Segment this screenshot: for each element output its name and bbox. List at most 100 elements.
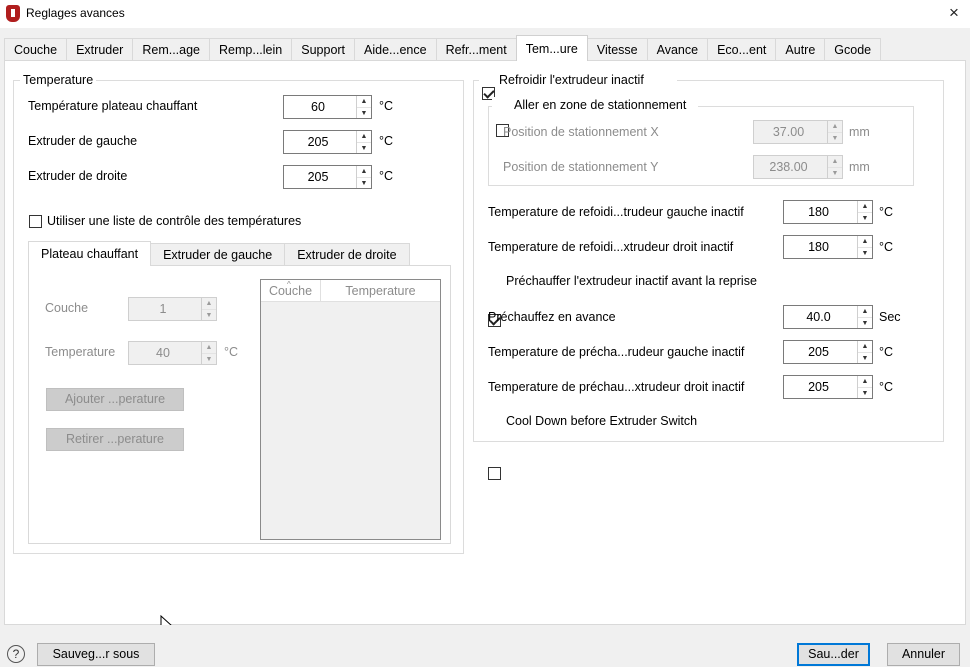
spin-up-icon[interactable]: ▲ — [357, 96, 371, 107]
column-header-temperature[interactable]: Temperature — [321, 280, 440, 301]
add-temperature-button[interactable]: Ajouter ...perature — [46, 388, 184, 411]
right-extruder-label: Extruder de droite — [28, 169, 128, 183]
tab-strip: Couche Extruder Rem...age Remp...lein Su… — [4, 35, 882, 61]
spin-up-icon[interactable]: ▲ — [858, 236, 872, 247]
cool-left-label: Temperature de refoidi...trudeur gauche … — [488, 205, 744, 219]
preheat-left-spinbox[interactable]: 205 ▲ ▼ — [783, 340, 873, 364]
list-temperature-value: 40 — [156, 346, 170, 360]
left-extruder-spinbox[interactable]: 205 ▲ ▼ — [283, 130, 372, 154]
column-header-couche[interactable]: Couche — [261, 280, 321, 301]
list-temperature-spinbox[interactable]: 40 ▲ ▼ — [128, 341, 217, 365]
tab-avance[interactable]: Avance — [646, 38, 709, 61]
cancel-button[interactable]: Annuler — [887, 643, 960, 666]
close-icon[interactable]: × — [944, 3, 964, 23]
preheat-advance-value: 40.0 — [806, 310, 831, 324]
tab-aide-adherence[interactable]: Aide...ence — [354, 38, 437, 61]
spin-down-icon[interactable]: ▼ — [858, 247, 872, 259]
spin-up-icon[interactable]: ▲ — [357, 166, 371, 177]
spin-down-icon[interactable]: ▼ — [357, 177, 371, 189]
cool-left-value: 180 — [808, 205, 829, 219]
preheat-advance-spinbox[interactable]: 40.0 ▲ ▼ — [783, 305, 873, 329]
list-temperature-unit: °C — [224, 345, 239, 359]
spin-down-icon[interactable]: ▼ — [858, 387, 872, 399]
spin-down-icon[interactable]: ▼ — [202, 353, 216, 365]
park-y-spinbox[interactable]: 238.00 ▲ ▼ — [753, 155, 843, 179]
tab-couche[interactable]: Couche — [4, 38, 68, 61]
help-icon[interactable]: ? — [7, 645, 25, 663]
park-x-label: Position de stationnement X — [503, 125, 659, 139]
remove-temperature-button[interactable]: Retirer ...perature — [46, 428, 184, 451]
tab-remplissage[interactable]: Rem...age — [132, 38, 211, 61]
tab-support[interactable]: Support — [291, 38, 356, 61]
tab-autre[interactable]: Autre — [775, 38, 826, 61]
cooldown-switch-label: Cool Down before Extruder Switch — [506, 414, 698, 428]
use-temp-list-checkbox[interactable] — [29, 215, 42, 228]
sub-tab-strip: Plateau chauffant Extruder de gauche Ext… — [28, 241, 410, 266]
spin-up-icon[interactable]: ▲ — [858, 306, 872, 317]
left-extruder-unit: °C — [379, 134, 394, 148]
couche-spinbox[interactable]: 1 ▲ ▼ — [128, 297, 217, 321]
bed-temp-spinbox[interactable]: 60 ▲ ▼ — [283, 95, 372, 119]
tab-economie[interactable]: Eco...ent — [707, 38, 777, 61]
park-x-spinbox[interactable]: 37.00 ▲ ▼ — [753, 120, 843, 144]
tab-refroidissement[interactable]: Refr...ment — [435, 38, 517, 61]
spin-up-icon[interactable]: ▲ — [202, 342, 216, 353]
preheat-right-label: Temperature de préchau...xtrudeur droit … — [488, 380, 745, 394]
temperature-table[interactable]: Couche Temperature — [260, 279, 441, 540]
bed-temp-value: 60 — [311, 100, 325, 114]
subtab-plateau-chauffant[interactable]: Plateau chauffant — [28, 241, 152, 266]
preheat-left-label: Temperature de précha...rudeur gauche in… — [488, 345, 745, 359]
preheat-advance-unit: Sec — [879, 310, 901, 324]
tab-vitesse[interactable]: Vitesse — [586, 38, 648, 61]
spin-up-icon[interactable]: ▲ — [858, 341, 872, 352]
save-button[interactable]: Sau...der — [797, 643, 870, 666]
cool-right-spinbox[interactable]: 180 ▲ ▼ — [783, 235, 873, 259]
preheat-advance-label: Préchauffez en avance — [488, 310, 616, 324]
couche-label: Couche — [45, 301, 89, 315]
spin-up-icon[interactable]: ▲ — [858, 201, 872, 212]
spin-down-icon[interactable]: ▼ — [828, 167, 842, 179]
spin-down-icon[interactable]: ▼ — [828, 132, 842, 144]
spin-up-icon[interactable]: ▲ — [828, 121, 842, 132]
preheat-left-unit: °C — [879, 345, 894, 359]
preheat-right-value: 205 — [808, 380, 829, 394]
tab-extruder[interactable]: Extruder — [66, 38, 134, 61]
park-label: Aller en zone de stationnement — [514, 98, 687, 112]
preheat-label: Préchauffer l'extrudeur inactif avant la… — [506, 274, 757, 288]
tab-temperature[interactable]: Tem...ure — [515, 35, 588, 61]
spin-down-icon[interactable]: ▼ — [858, 212, 872, 224]
right-extruder-value: 205 — [307, 170, 329, 184]
cool-left-spinbox[interactable]: 180 ▲ ▼ — [783, 200, 873, 224]
bed-temp-unit: °C — [379, 99, 394, 113]
spin-down-icon[interactable]: ▼ — [858, 317, 872, 329]
park-x-value: 37.00 — [772, 125, 805, 139]
cooldown-switch-checkbox[interactable] — [488, 467, 501, 480]
preheat-left-value: 205 — [808, 345, 829, 359]
spin-up-icon[interactable]: ▲ — [357, 131, 371, 142]
park-y-unit: mm — [849, 160, 870, 174]
couche-value: 1 — [159, 302, 167, 316]
spin-down-icon[interactable]: ▼ — [357, 142, 371, 154]
spin-down-icon[interactable]: ▼ — [202, 309, 216, 321]
park-x-unit: mm — [849, 125, 870, 139]
spin-up-icon[interactable]: ▲ — [202, 298, 216, 309]
right-extruder-spinbox[interactable]: 205 ▲ ▼ — [283, 165, 372, 189]
spin-up-icon[interactable]: ▲ — [858, 376, 872, 387]
spin-up-icon[interactable]: ▲ — [828, 156, 842, 167]
title-bar: Reglages avances × — [0, 0, 970, 28]
cool-right-label: Temperature de refoidi...xtrudeur droit … — [488, 240, 734, 254]
park-y-label: Position de stationnement Y — [503, 160, 659, 174]
subtab-extruder-droite[interactable]: Extruder de droite — [284, 243, 410, 266]
park-y-value: 238.00 — [769, 160, 808, 174]
subtab-extruder-gauche[interactable]: Extruder de gauche — [150, 243, 286, 266]
temperature-group-title: Temperature — [20, 73, 97, 87]
cool-inactive-label: Refroidir l'extrudeur inactif — [499, 73, 644, 87]
use-temp-list-label: Utiliser une liste de contrôle des tempé… — [47, 214, 302, 228]
park-group — [488, 106, 914, 186]
tab-gcode[interactable]: Gcode — [824, 38, 882, 61]
save-as-button[interactable]: Sauveg...r sous — [37, 643, 155, 666]
spin-down-icon[interactable]: ▼ — [858, 352, 872, 364]
spin-down-icon[interactable]: ▼ — [357, 107, 371, 119]
preheat-right-spinbox[interactable]: 205 ▲ ▼ — [783, 375, 873, 399]
tab-remplissage-plein[interactable]: Remp...lein — [209, 38, 293, 61]
